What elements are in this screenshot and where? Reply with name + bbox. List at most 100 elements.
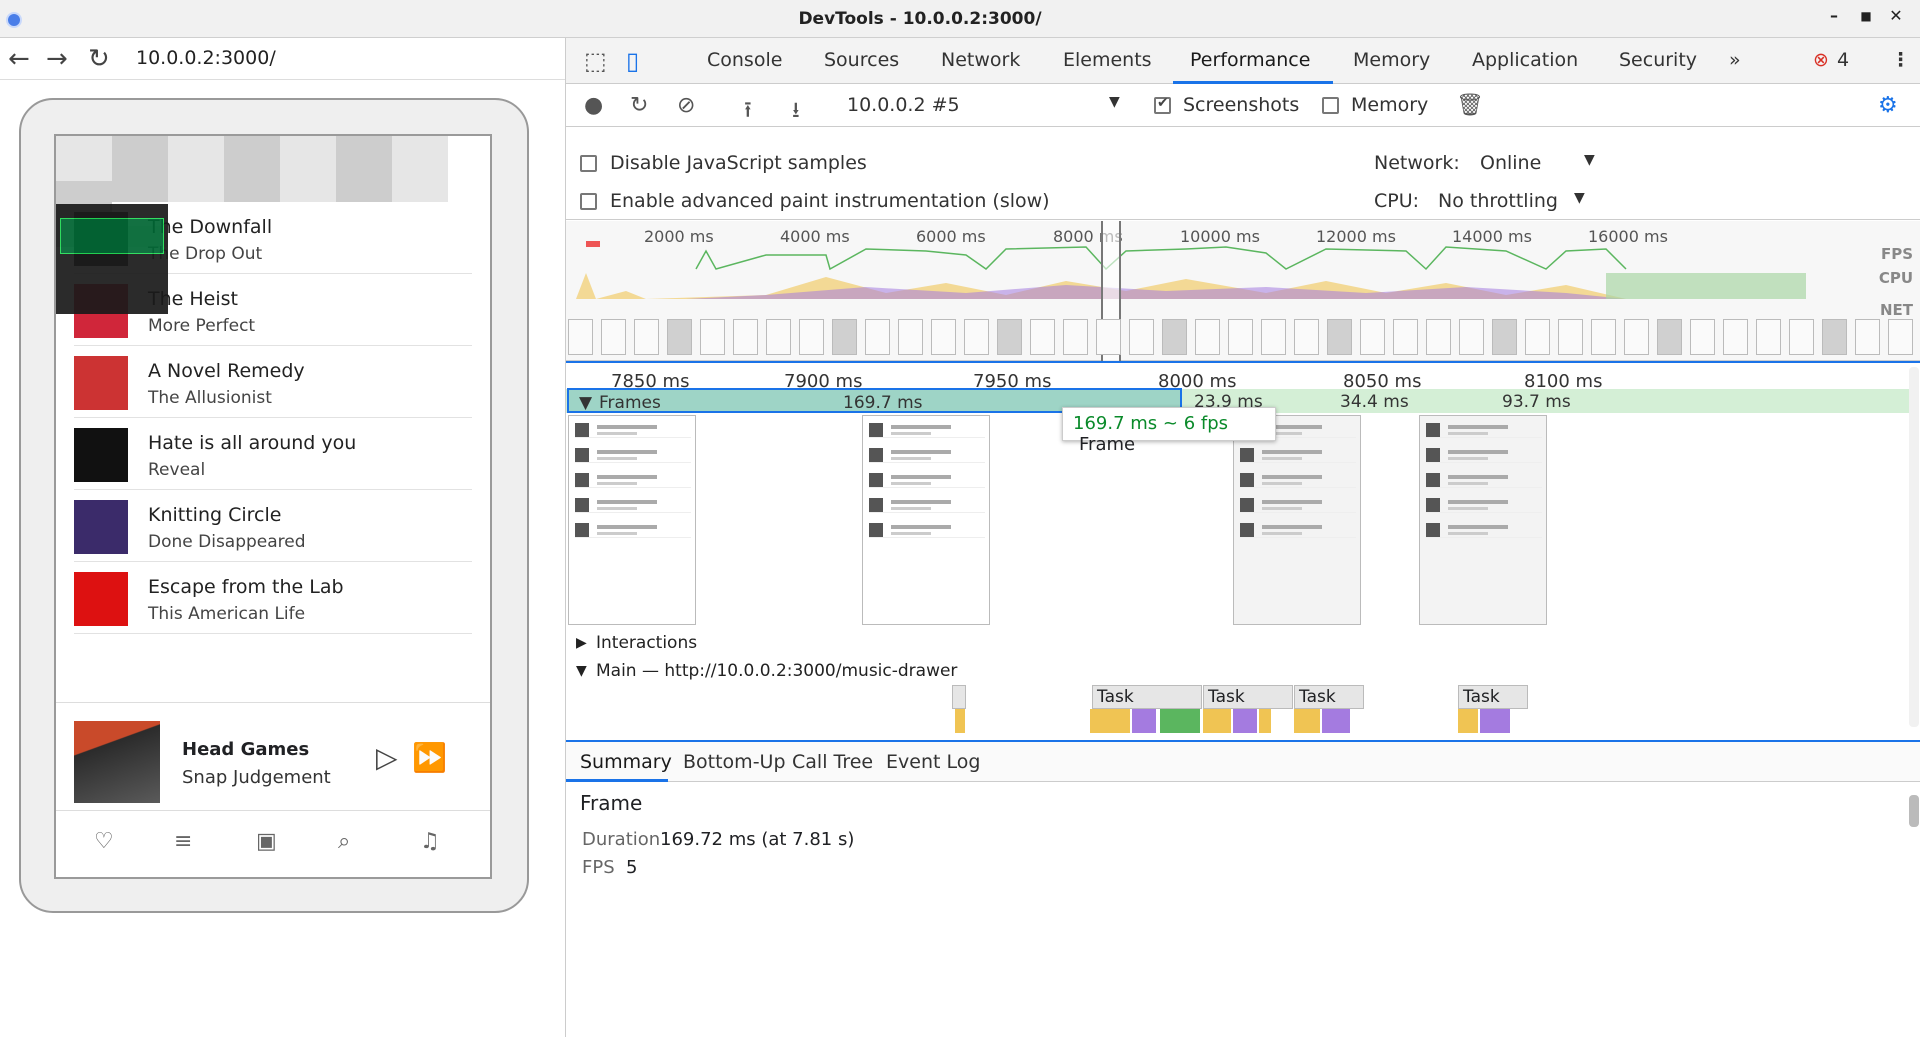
thumbnail-row: [1426, 472, 1542, 488]
load-profile-icon[interactable]: ⭱: [744, 93, 752, 131]
scripting-block[interactable]: [955, 709, 965, 733]
tab-bottom-up[interactable]: Bottom-Up: [683, 751, 786, 773]
tab-performance[interactable]: Performance: [1190, 49, 1310, 71]
fps-meter-overlay: [56, 204, 168, 314]
main-collapse-icon[interactable]: ▼: [576, 663, 587, 679]
list-item[interactable]: Hate is all around you Reveal: [74, 418, 472, 490]
device-toolbar-icon[interactable]: ▯: [626, 47, 639, 75]
song-title: Knitting Circle: [148, 504, 282, 526]
task-block-small[interactable]: [952, 685, 966, 709]
main-track-label[interactable]: Main — http://10.0.0.2:3000/music-drawer: [596, 661, 957, 681]
song-artist: This American Life: [148, 604, 306, 624]
task-block[interactable]: Task: [1203, 685, 1293, 709]
back-icon[interactable]: ←: [8, 44, 30, 74]
forward-icon[interactable]: →: [46, 44, 68, 74]
filmstrip-thumbnail: [601, 319, 626, 355]
thumbnail-row: [1240, 472, 1356, 488]
reload-profile-icon[interactable]: ↻: [630, 93, 648, 118]
error-count[interactable]: 4: [1837, 49, 1849, 71]
playlist-icon[interactable]: ≡: [174, 829, 192, 854]
music-library-icon[interactable]: ♫: [420, 829, 440, 854]
radio-icon[interactable]: ▣: [256, 829, 277, 854]
list-item[interactable]: A Novel Remedy The Allusionist: [74, 346, 472, 418]
task-block[interactable]: Task: [1092, 685, 1202, 709]
filmstrip-thumbnail: [799, 319, 824, 355]
mini-player[interactable]: Head Games Snap Judgement ▷ ⏩: [56, 702, 490, 810]
flame-chart-scrollbar[interactable]: [1909, 367, 1919, 727]
scripting-block[interactable]: [1090, 709, 1130, 733]
scripting-block[interactable]: [1294, 709, 1320, 733]
save-profile-icon[interactable]: ⭳: [792, 93, 800, 131]
frame-duration[interactable]: 93.7 ms: [1502, 392, 1571, 412]
tab-network[interactable]: Network: [941, 49, 1020, 71]
task-block[interactable]: Task: [1458, 685, 1528, 709]
tab-summary[interactable]: Summary: [580, 751, 672, 773]
interactions-expand-icon[interactable]: ▶: [576, 635, 587, 651]
tab-application[interactable]: Application: [1472, 49, 1578, 71]
interactions-track-label[interactable]: Interactions: [596, 633, 697, 653]
trash-icon[interactable]: 🗑: [1456, 93, 1484, 118]
player-artist: Snap Judgement: [182, 767, 331, 788]
tab-elements[interactable]: Elements: [1063, 49, 1152, 71]
thumbnail-row: [869, 522, 985, 538]
filmstrip-thumbnail: [1360, 319, 1385, 355]
task-block[interactable]: Task: [1294, 685, 1364, 709]
capture-settings-gear-icon[interactable]: ⚙: [1878, 93, 1898, 118]
error-icon[interactable]: ⊗: [1813, 49, 1829, 71]
cpu-dropdown-icon[interactable]: ▼: [1574, 190, 1585, 206]
rendering-block[interactable]: [1132, 709, 1156, 733]
tab-memory[interactable]: Memory: [1353, 49, 1430, 71]
cpu-throttle-select[interactable]: No throttling: [1438, 190, 1558, 212]
maximize-icon[interactable]: ■: [1855, 9, 1877, 23]
play-icon[interactable]: ▷: [376, 741, 398, 774]
screenshots-label: Screenshots: [1183, 94, 1300, 116]
inspect-element-icon[interactable]: ⬚: [584, 47, 607, 75]
scripting-block[interactable]: [1259, 709, 1271, 733]
thumbnail-row: [1426, 522, 1542, 538]
list-item[interactable]: Knitting Circle Done Disappeared: [74, 490, 472, 562]
reload-icon[interactable]: ↻: [88, 44, 110, 74]
frames-collapse-icon[interactable]: ▼: [579, 393, 592, 413]
filmstrip-thumbnail: [1690, 319, 1715, 355]
timeline-overview[interactable]: 2000 ms 4000 ms 6000 ms 8000 ms 10000 ms…: [566, 221, 1920, 361]
filmstrip-thumbnail: [1525, 319, 1550, 355]
scripting-block[interactable]: [1203, 709, 1231, 733]
rendering-block[interactable]: [1480, 709, 1510, 733]
paint-instrumentation-checkbox[interactable]: [580, 193, 597, 210]
memory-checkbox[interactable]: [1322, 97, 1339, 114]
painting-block[interactable]: [1160, 709, 1200, 733]
filmstrip-thumbnail: [1789, 319, 1814, 355]
flame-chart[interactable]: 7850 ms 7900 ms 7950 ms 8000 ms 8050 ms …: [566, 361, 1920, 739]
network-dropdown-icon[interactable]: ▼: [1584, 152, 1595, 168]
close-icon[interactable]: ✕: [1885, 6, 1907, 25]
search-icon[interactable]: ⌕: [338, 829, 350, 854]
minimize-icon[interactable]: –: [1823, 6, 1845, 25]
clear-icon[interactable]: ⊘: [677, 93, 695, 118]
rendering-block[interactable]: [1233, 709, 1257, 733]
thumbnail-row: [1240, 447, 1356, 463]
recording-select[interactable]: 10.0.0.2 #5: [847, 94, 960, 116]
more-tabs-icon[interactable]: »: [1729, 49, 1741, 71]
list-item[interactable]: Escape from the Lab This American Life: [74, 562, 472, 634]
tab-security[interactable]: Security: [1619, 49, 1697, 71]
scripting-block[interactable]: [1458, 709, 1478, 733]
screenshots-checkbox[interactable]: [1154, 95, 1171, 114]
disable-js-checkbox[interactable]: [580, 155, 597, 172]
devtools-pane: ⬚ ▯ Console Sources Network Elements Per…: [565, 38, 1920, 1037]
url-field[interactable]: 10.0.0.2:3000/: [136, 47, 276, 69]
frame-duration: 169.7 ms: [843, 393, 923, 413]
recording-dropdown-icon[interactable]: ▼: [1109, 94, 1120, 110]
heart-icon[interactable]: ♡: [94, 829, 114, 854]
tab-call-tree[interactable]: Call Tree: [792, 751, 873, 773]
tab-sources[interactable]: Sources: [824, 49, 899, 71]
network-throttle-select[interactable]: Online: [1480, 152, 1541, 174]
rendering-block[interactable]: [1322, 709, 1350, 733]
tab-event-log[interactable]: Event Log: [886, 751, 980, 773]
summary-scrollbar[interactable]: [1909, 795, 1919, 827]
more-options-icon[interactable]: ⋮: [1891, 49, 1910, 71]
player-album-art: [74, 721, 160, 803]
fast-forward-icon[interactable]: ⏩: [412, 741, 447, 774]
tab-console[interactable]: Console: [707, 49, 782, 71]
record-icon[interactable]: ●: [584, 93, 603, 118]
frame-duration[interactable]: 34.4 ms: [1340, 392, 1409, 412]
